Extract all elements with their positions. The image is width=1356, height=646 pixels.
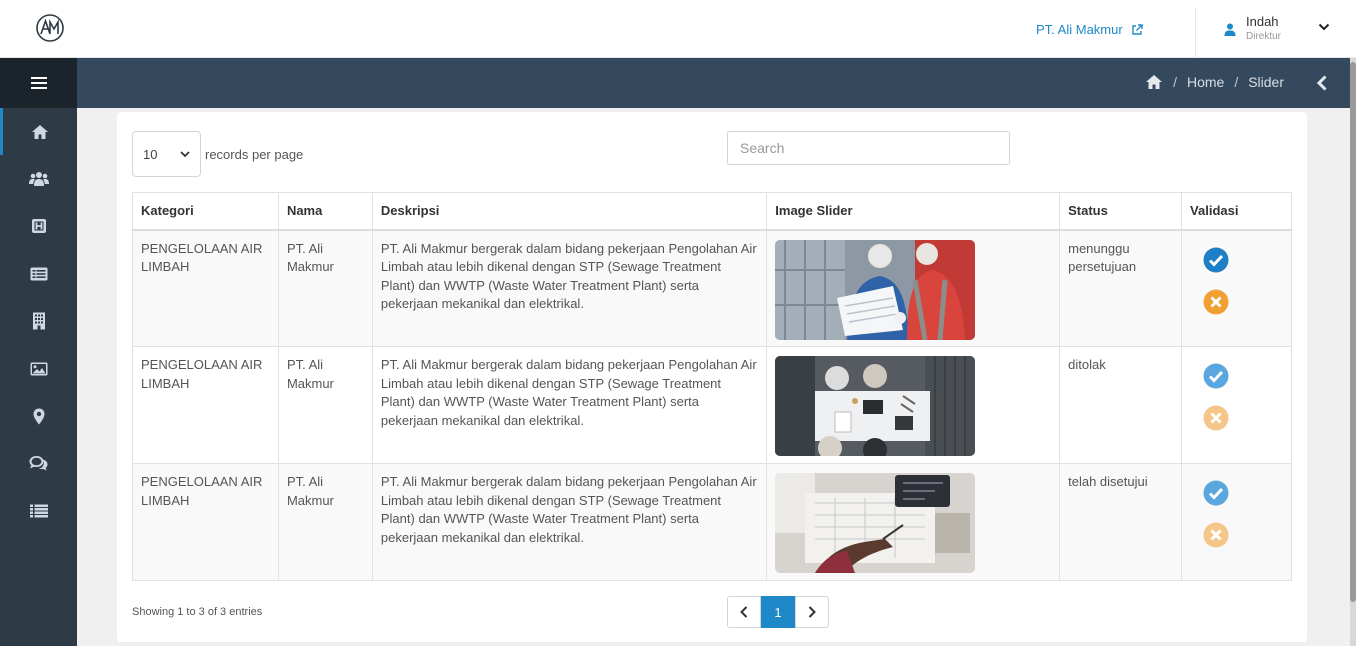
chevron-right-icon [808, 606, 816, 618]
pagination-prev-button[interactable] [727, 596, 761, 628]
chevron-down-icon[interactable] [1318, 22, 1330, 32]
chevron-left-icon[interactable] [1316, 75, 1328, 91]
breadcrumb-separator: / [1234, 74, 1239, 90]
image-cell [766, 346, 1061, 464]
slider-table-card: 10 records per page Kategori Nama Deskri… [117, 112, 1307, 642]
image-cell [766, 229, 1061, 347]
slider-table: Kategori Nama Deskripsi Image Slider Sta… [132, 192, 1292, 581]
deskripsi-cell: PT. Ali Makmur bergerak dalam bidang pek… [371, 346, 768, 464]
sidebar-item-home[interactable] [0, 108, 77, 156]
kategori-cell: PENGELOLAAN AIR LIMBAH [132, 346, 279, 464]
hospital-icon [31, 219, 46, 234]
card-list-icon [30, 267, 47, 281]
table-info: Showing 1 to 3 of 3 entries [132, 606, 263, 618]
user-icon [1224, 23, 1236, 36]
user-menu[interactable]: Indah Direktur [1224, 14, 1281, 42]
chevron-left-icon [740, 606, 748, 618]
sidebar-item-list[interactable] [0, 487, 77, 534]
workers-reviewing-plans-photo[interactable] [775, 239, 976, 340]
table-row: PENGELOLAAN AIR LIMBAH PT. Ali Makmur PT… [132, 229, 1292, 347]
nama-cell: PT. Ali Makmur [277, 463, 373, 581]
records-per-page-label: records per page [205, 147, 304, 162]
status-cell: ditolak [1059, 346, 1183, 464]
pagination: 1 [727, 596, 829, 628]
table-row: PENGELOLAAN AIR LIMBAH PT. Ali Makmur PT… [132, 346, 1292, 464]
building-icon [32, 312, 45, 330]
top-bar: PT. Ali Makmur Indah Direktur [0, 0, 1356, 58]
sidebar [0, 58, 77, 646]
breadcrumb: / Home / Slider [1145, 74, 1284, 90]
column-header-validasi[interactable]: Validasi [1181, 192, 1292, 231]
status-cell: menunggu persetujuan [1059, 229, 1183, 347]
breadcrumb-separator: / [1173, 74, 1177, 90]
map-marker-icon [33, 408, 44, 425]
column-header-deskripsi[interactable]: Deskripsi [371, 192, 768, 231]
validasi-cell [1181, 346, 1292, 464]
company-link[interactable]: PT. Ali Makmur [1036, 22, 1143, 37]
validasi-cell [1181, 463, 1292, 581]
column-header-nama[interactable]: Nama [277, 192, 373, 231]
records-per-page-select[interactable]: 10 [132, 131, 201, 177]
deskripsi-cell: PT. Ali Makmur bergerak dalam bidang pek… [371, 229, 768, 347]
sidebar-item-location[interactable] [0, 392, 77, 439]
image-icon [30, 362, 47, 376]
content-header: / Home / Slider [77, 58, 1350, 108]
sidebar-item-building[interactable] [0, 298, 77, 345]
pagination-page-button[interactable]: 1 [761, 596, 795, 628]
pagination-next-button[interactable] [795, 596, 829, 628]
nama-cell: PT. Ali Makmur [277, 229, 373, 347]
sidebar-item-users[interactable] [0, 155, 77, 202]
status-cell: telah disetujui [1059, 463, 1183, 581]
user-divider [1195, 8, 1196, 58]
image-cell [766, 463, 1061, 581]
records-per-page-value: 10 [143, 146, 158, 162]
sidebar-item-image[interactable] [0, 345, 77, 392]
reject-x-icon[interactable] [1203, 289, 1229, 315]
user-role: Direktur [1246, 31, 1282, 42]
table-row: PENGELOLAAN AIR LIMBAH PT. Ali Makmur PT… [132, 463, 1292, 581]
sidebar-toggle-button[interactable] [0, 58, 77, 108]
deskripsi-cell: PT. Ali Makmur bergerak dalam bidang pek… [371, 463, 768, 581]
column-header-image-slider[interactable]: Image Slider [766, 192, 1061, 231]
company-link-label[interactable]: PT. Ali Makmur [1036, 22, 1123, 37]
company-logo-icon[interactable] [34, 12, 66, 44]
validasi-cell [1181, 229, 1292, 347]
chevron-down-icon [180, 151, 190, 158]
sidebar-item-hospital[interactable] [0, 203, 77, 250]
reject-x-icon[interactable] [1203, 522, 1229, 548]
search-input[interactable] [727, 131, 1010, 165]
home-icon[interactable] [1145, 74, 1163, 90]
approve-check-icon[interactable] [1203, 480, 1229, 506]
home-icon [32, 124, 48, 139]
external-link-icon [1131, 23, 1143, 35]
list-icon [29, 504, 48, 518]
approve-check-icon[interactable] [1203, 363, 1229, 389]
page-scrollbar-thumb[interactable] [1350, 62, 1356, 602]
kategori-cell: PENGELOLAAN AIR LIMBAH [132, 463, 279, 581]
column-header-kategori[interactable]: Kategori [132, 192, 279, 231]
comments-icon [29, 456, 48, 471]
reject-x-icon[interactable] [1203, 405, 1229, 431]
breadcrumb-home[interactable]: Home [1187, 74, 1224, 90]
team-meeting-overhead-photo[interactable] [775, 356, 976, 456]
sidebar-item-comments[interactable] [0, 440, 77, 487]
table-header-row: Kategori Nama Deskripsi Image Slider Sta… [132, 192, 1292, 231]
column-header-status[interactable]: Status [1059, 192, 1183, 231]
hamburger-icon [30, 77, 47, 89]
kategori-cell: PENGELOLAAN AIR LIMBAH [132, 229, 279, 347]
user-name: Indah [1246, 14, 1279, 29]
users-icon [28, 172, 49, 187]
architect-drawing-photo[interactable] [775, 473, 976, 573]
approve-check-icon[interactable] [1203, 247, 1229, 273]
nama-cell: PT. Ali Makmur [277, 346, 373, 464]
breadcrumb-current: Slider [1248, 74, 1284, 90]
sidebar-item-list-card[interactable] [0, 250, 77, 297]
